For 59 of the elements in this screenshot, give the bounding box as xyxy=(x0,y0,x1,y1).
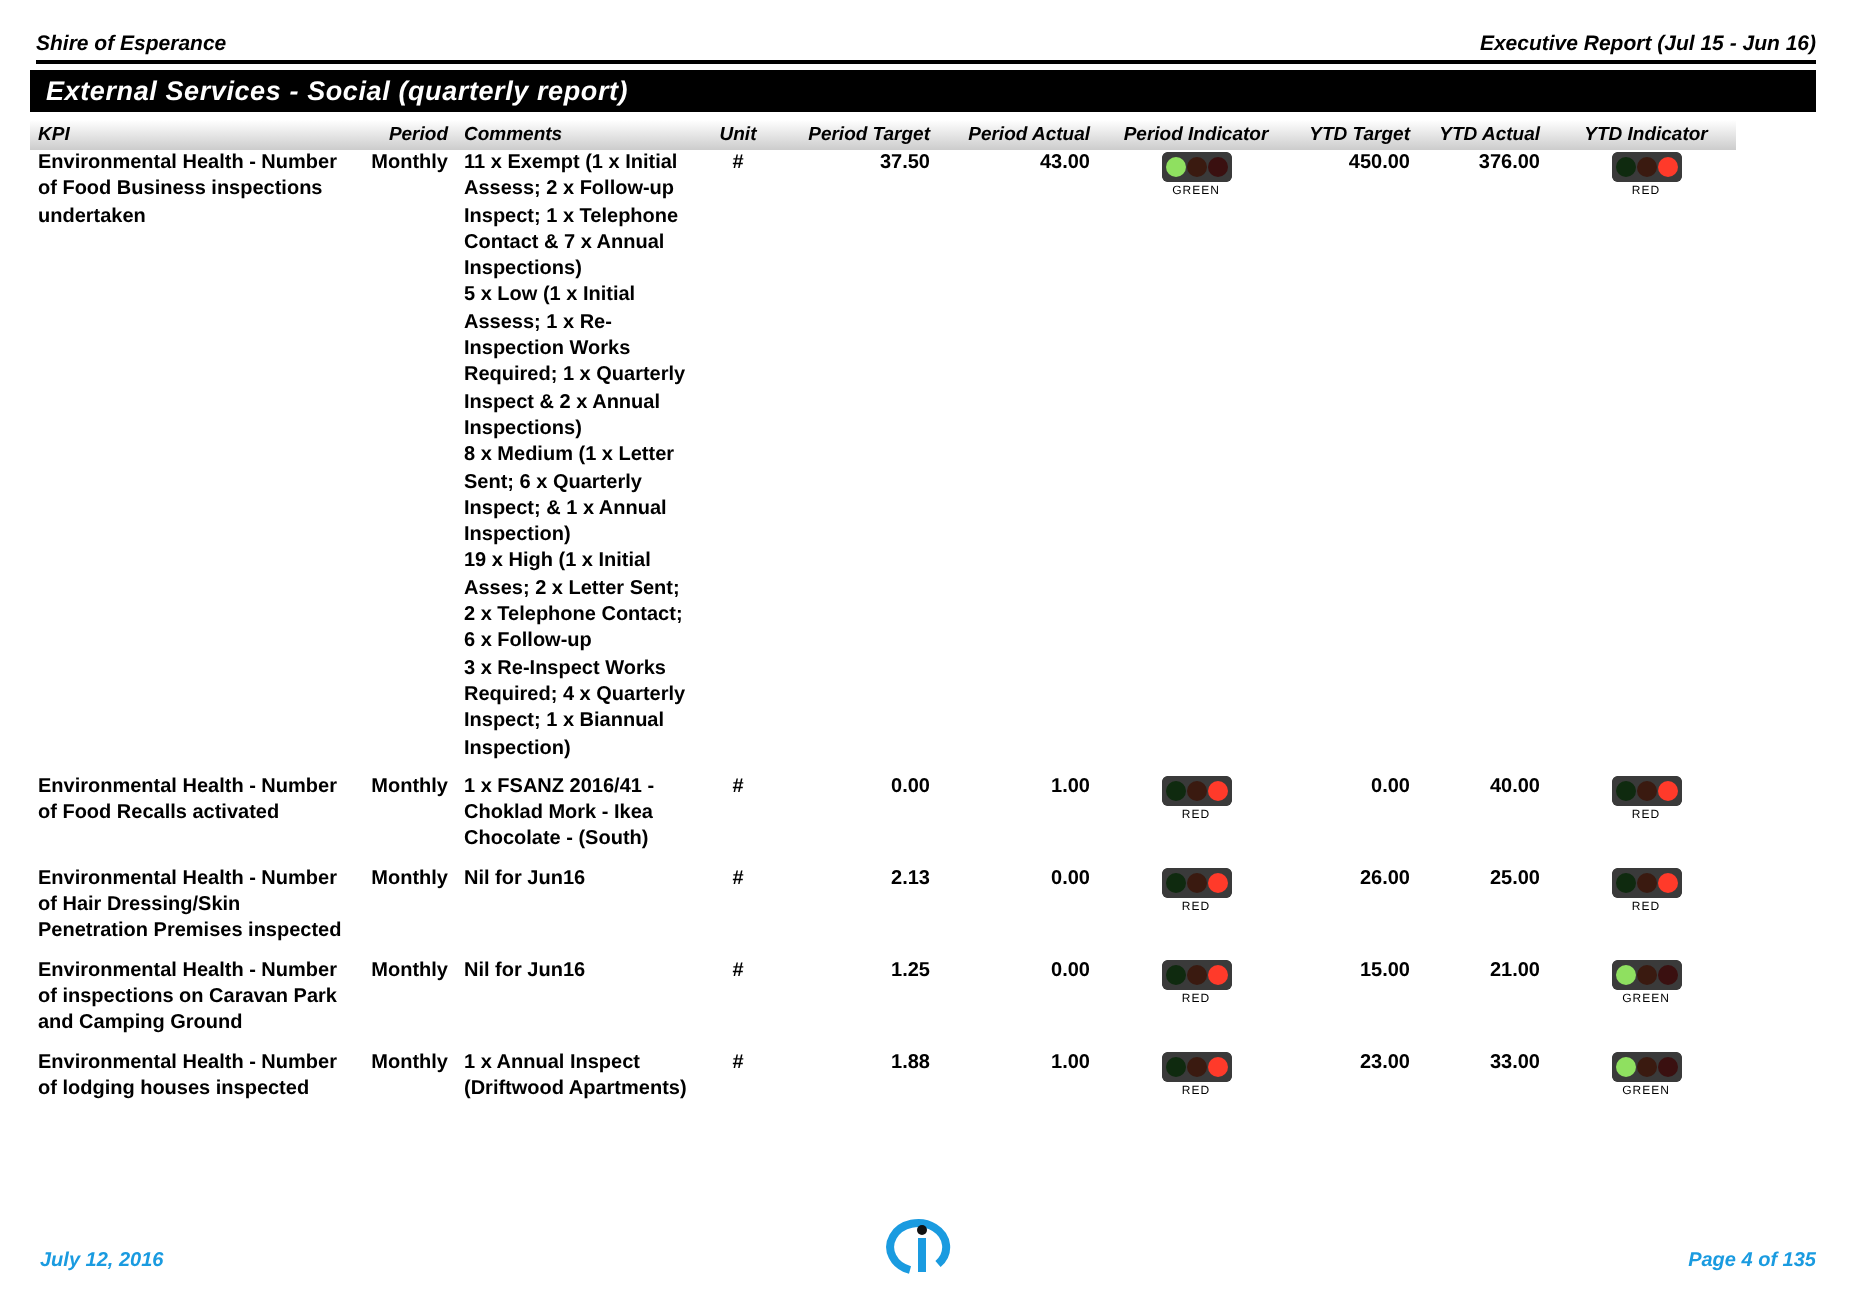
table-cell-text: 1.88 xyxy=(889,1049,932,1077)
table-cell-text: Nil for Jun16 xyxy=(464,865,588,893)
report-title: Executive Report (Jul 15 - Jun 16) xyxy=(1479,32,1816,56)
table-cell-text: 5 x Low (1 x Initial Assess; 1 x Re-Inspection Works Required; 1 x Quarterly Inspect & 2 x Annual Inspections) xyxy=(464,282,688,443)
table-cell-text: Monthly xyxy=(369,865,450,894)
table-cell-text: 1.25 xyxy=(889,957,932,986)
table-cell-text: Environmental Health - Number of Food Recalls activated xyxy=(36,773,339,829)
section-title: External Services - Social (quarterly report) xyxy=(30,70,1816,112)
table-cell-text: 2.13 xyxy=(889,865,932,894)
table-cell-text: 40.00 xyxy=(1487,773,1542,802)
column-header: YTD Target xyxy=(1307,122,1413,150)
table-cell-text: # xyxy=(730,773,746,802)
table-cell-text: 21.00 xyxy=(1487,957,1542,986)
table-cell-text: 376.00 xyxy=(1476,150,1542,178)
table-cell-text: 19 x High (1 x Initial Asses; 2 x Letter Sent; 2 x Telephone Contact; 6 x Follow-up xyxy=(464,548,685,656)
column-header: Period xyxy=(386,122,451,150)
table-cell-text: # xyxy=(730,865,746,894)
table-cell-text: 33.00 xyxy=(1487,1049,1542,1077)
column-header: Period Indicator xyxy=(1121,122,1271,150)
table-cell-text: 8 x Medium (1 x Letter Sent; 6 x Quarterly Inspect; & 1 x Annual Inspection) xyxy=(464,442,677,549)
table-cell-text: 3 x Re-Inspect Works Required; 4 x Quarterly Inspect; 1 x Biannual Inspection) xyxy=(464,655,688,762)
table-cell-text: Environmental Health - Number of lodging houses inspected xyxy=(36,1049,339,1103)
table-cell-text: 0.00 xyxy=(889,773,932,802)
table-cell-text: 1 x Annual Inspect (Driftwood Apartments) xyxy=(464,1049,689,1103)
table-cell-text: Monthly xyxy=(369,1049,450,1077)
table-cell-text: 11 x Exempt (1 x Initial Assess; 2 x Follow-up Inspect; 1 x Telephone Contact & 7 x Annual Inspections) xyxy=(464,150,681,283)
table-cell-text: 15.00 xyxy=(1357,957,1412,986)
column-header: Period Target xyxy=(806,122,933,150)
table-cell-text: # xyxy=(730,1049,746,1077)
table-cell-text: Environmental Health - Number of Hair Dressing/Skin Penetration Premises inspected xyxy=(36,865,344,946)
table-cell-text: # xyxy=(730,150,746,178)
table-cell-text: 0.00 xyxy=(1369,773,1412,802)
table-cell-text: 0.00 xyxy=(1049,957,1092,986)
table-cell-text: 1.00 xyxy=(1049,1049,1092,1077)
table-cell-text: 25.00 xyxy=(1487,865,1542,894)
table-cell-text: 0.00 xyxy=(1049,865,1092,894)
table-cell-text: Nil for Jun16 xyxy=(464,957,588,984)
table-cell-text: 23.00 xyxy=(1357,1049,1412,1077)
table-cell-text: 26.00 xyxy=(1357,865,1412,894)
page-number: Page 4 of 135 xyxy=(1688,1250,1816,1272)
table-cell-text: Monthly xyxy=(369,150,450,178)
table-cell-text: Environmental Health - Number of Food Business inspections undertaken xyxy=(36,150,339,232)
table-cell-text: # xyxy=(730,957,746,986)
organisation-name: Shire of Esperance xyxy=(36,32,227,56)
table-cell-text: 1 x FSANZ 2016/41 - Choklad Mork - Ikea Chocolate - (South) xyxy=(464,773,657,854)
table-cell-text: 37.50 xyxy=(877,150,932,178)
column-header: KPI xyxy=(36,122,72,150)
table-cell-text: 43.00 xyxy=(1037,150,1092,178)
column-header: Comments xyxy=(464,122,565,150)
column-header: Unit xyxy=(717,122,759,150)
column-header: Period Actual xyxy=(966,122,1093,150)
table-cell-text: Monthly xyxy=(369,773,450,802)
column-header: YTD Actual xyxy=(1437,122,1543,150)
table-cell-text: Environmental Health - Number of inspections on Caravan Park and Camping Ground xyxy=(36,957,339,1037)
column-header: YTD Indicator xyxy=(1582,122,1711,150)
table-cell-text: 450.00 xyxy=(1346,150,1412,178)
table-cell-text: 1.00 xyxy=(1049,773,1092,802)
table-cell-text: Monthly xyxy=(369,957,450,986)
report-date: July 12, 2016 xyxy=(40,1250,164,1272)
